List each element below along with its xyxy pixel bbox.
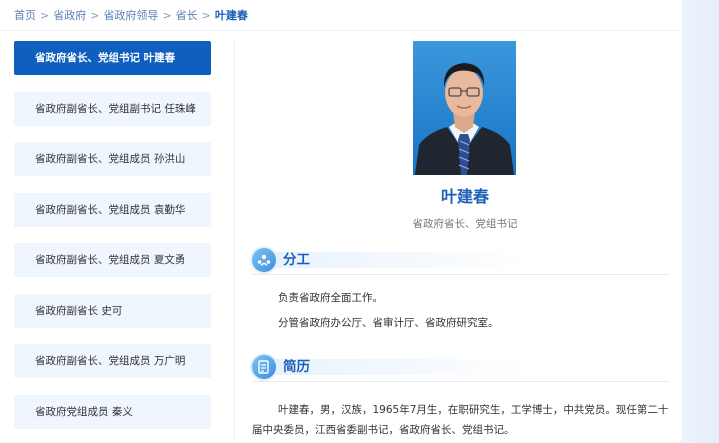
document-icon xyxy=(252,355,276,379)
leader-sidebar: 省政府省长、党组书记 叶建春 省政府副省长、党组副书记 任珠峰 省政府副省长、党… xyxy=(14,41,211,443)
section-resume-title: 简历 xyxy=(283,359,310,375)
breadcrumb-governor[interactable]: 省长 xyxy=(176,9,198,22)
portrait-photo xyxy=(413,41,516,175)
sidebar-item-xia-wenyong[interactable]: 省政府副省长、党组成员 夏文勇 xyxy=(14,243,211,277)
breadcrumb-separator: > xyxy=(201,9,211,22)
sidebar-item-wan-guangming[interactable]: 省政府副省长、党组成员 万广明 xyxy=(14,344,211,378)
sidebar-item-qin-yi[interactable]: 省政府党组成员 秦义 xyxy=(14,394,211,429)
breadcrumb-separator: > xyxy=(90,9,100,22)
breadcrumb-separator: > xyxy=(40,9,50,22)
breadcrumb-home[interactable]: 首页 xyxy=(14,9,36,22)
portrait-illustration xyxy=(413,41,516,175)
sidebar-item-ren-zhufeng[interactable]: 省政府副省长、党组副书记 任珠峰 xyxy=(14,91,211,126)
sidebar-item-ye-jianchun[interactable]: 省政府省长、党组书记 叶建春 xyxy=(14,41,211,75)
breadcrumb: 首页 > 省政府 > 省政府领导 > 省长 > 叶建春 xyxy=(14,8,248,24)
section-rule xyxy=(252,274,670,275)
leader-name: 叶建春 xyxy=(440,187,489,206)
breadcrumb-leaders[interactable]: 省政府领导 xyxy=(103,9,158,22)
section-resume-header: 简历 xyxy=(250,353,670,383)
breadcrumb-separator: > xyxy=(162,9,172,22)
people-icon xyxy=(252,248,276,272)
breadcrumb-divider xyxy=(0,30,682,31)
resume-text: 叶建春，男，汉族，1965年7月生，在职研究生，工学博士，中共党员。现任第二十届… xyxy=(252,404,669,436)
section-rule xyxy=(252,381,670,382)
column-divider xyxy=(234,40,235,443)
content-card: 首页 > 省政府 > 省政府领导 > 省长 > 叶建春 省政府省长、党组书记 叶建春 省政府副省… xyxy=(0,0,682,443)
section-duties-title: 分工 xyxy=(283,252,310,268)
breadcrumb-current: 叶建春 xyxy=(214,9,248,22)
section-duties-header: 分工 xyxy=(250,246,670,276)
duty-line: 分管省政府办公厅、省审计厅、省政府研究室。 xyxy=(278,317,499,329)
sidebar-item-yuan-qinhua[interactable]: 省政府副省长、党组成员 袁勤华 xyxy=(14,192,211,227)
duty-line: 负责省政府全面工作。 xyxy=(278,292,383,304)
breadcrumb-province-gov[interactable]: 省政府 xyxy=(53,9,86,22)
sidebar-item-sun-hongshan[interactable]: 省政府副省长、党组成员 孙洪山 xyxy=(14,142,211,176)
sidebar-item-shi-ke[interactable]: 省政府副省长 史可 xyxy=(14,293,211,328)
leader-title: 省政府省长、党组书记 xyxy=(412,218,518,230)
